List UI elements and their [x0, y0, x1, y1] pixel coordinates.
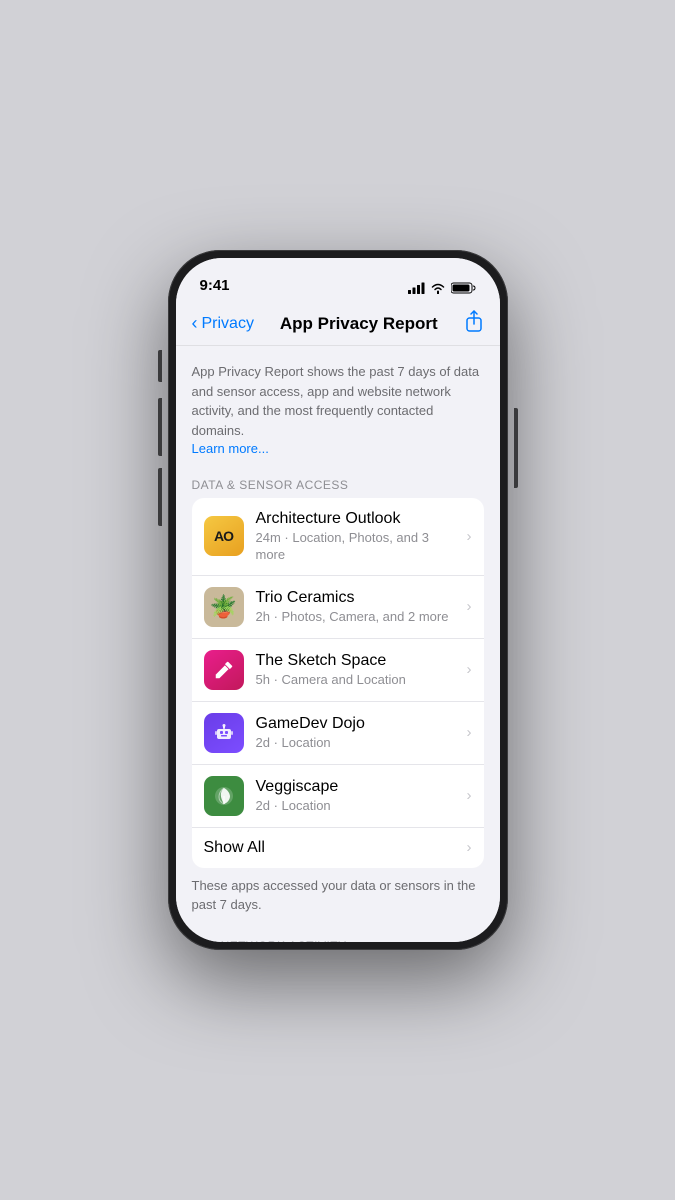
- main-content: App Privacy Report shows the past 7 days…: [176, 346, 500, 942]
- item-name: The Sketch Space: [256, 651, 455, 672]
- list-item[interactable]: The Sketch Space 5h · Camera and Locatio…: [192, 639, 484, 702]
- item-info: Veggiscape 2d · Location: [256, 777, 455, 815]
- item-name: Veggiscape: [256, 777, 455, 798]
- item-info: The Sketch Space 5h · Camera and Locatio…: [256, 651, 455, 689]
- item-detail: 2d · Location: [256, 735, 455, 752]
- item-name: GameDev Dojo: [256, 714, 455, 735]
- item-name: Architecture Outlook: [256, 509, 455, 530]
- chevron-icon: ›: [467, 598, 472, 615]
- item-detail: 2h · Photos, Camera, and 2 more: [256, 609, 455, 626]
- sketch-icon: [213, 659, 235, 681]
- nav-bar: ‹ Privacy App Privacy Report: [176, 302, 500, 346]
- list-item[interactable]: Veggiscape 2d · Location ›: [192, 765, 484, 828]
- data-sensor-header: DATA & SENSOR ACCESS: [176, 470, 500, 498]
- back-chevron-icon: ‹: [192, 313, 198, 334]
- signal-icon: [408, 282, 425, 294]
- wifi-icon: [430, 282, 446, 294]
- chevron-icon: ›: [467, 661, 472, 678]
- item-detail: 2d · Location: [256, 798, 455, 815]
- chevron-icon: ›: [467, 528, 472, 545]
- status-icons: [408, 282, 476, 294]
- list-item[interactable]: AO Architecture Outlook 24m · Location, …: [192, 498, 484, 576]
- item-info: Trio Ceramics 2h · Photos, Camera, and 2…: [256, 588, 455, 626]
- description-section: App Privacy Report shows the past 7 days…: [176, 346, 500, 470]
- app-icon-gamedev: [204, 713, 244, 753]
- app-icon-ao: AO: [204, 516, 244, 556]
- app-icon-text: AO: [214, 528, 233, 544]
- show-all-button[interactable]: Show All ›: [192, 828, 484, 868]
- phone-screen: 9:41: [176, 258, 500, 942]
- chevron-icon: ›: [467, 787, 472, 804]
- item-info: GameDev Dojo 2d · Location: [256, 714, 455, 752]
- app-icon-emoji: 🪴: [210, 594, 237, 620]
- app-icon-veggie: [204, 776, 244, 816]
- chevron-icon: ›: [467, 839, 472, 856]
- back-button[interactable]: ‹ Privacy: [192, 313, 254, 334]
- back-label[interactable]: Privacy: [202, 315, 254, 333]
- description-text: App Privacy Report shows the past 7 days…: [192, 364, 480, 438]
- learn-more-link[interactable]: Learn more...: [192, 441, 269, 456]
- page-title: App Privacy Report: [280, 314, 438, 334]
- share-icon: [464, 310, 484, 332]
- item-detail: 24m · Location, Photos, and 3 more: [256, 530, 455, 564]
- phone-frame: 9:41: [168, 250, 508, 950]
- app-icon-trio: 🪴: [204, 587, 244, 627]
- battery-icon: [451, 282, 476, 294]
- status-bar: 9:41: [176, 258, 500, 302]
- chevron-icon: ›: [467, 724, 472, 741]
- item-name: Trio Ceramics: [256, 588, 455, 609]
- show-all-label: Show All: [204, 839, 467, 857]
- leaf-icon: [212, 784, 236, 808]
- app-icon-sketch: [204, 650, 244, 690]
- network-activity-header: APP NETWORK ACTIVITY: [176, 931, 500, 942]
- data-sensor-list: AO Architecture Outlook 24m · Location, …: [192, 498, 484, 868]
- robot-icon: [212, 721, 236, 745]
- footer-note: These apps accessed your data or sensors…: [176, 868, 500, 931]
- item-info: Architecture Outlook 24m · Location, Pho…: [256, 509, 455, 564]
- share-button[interactable]: [464, 310, 484, 338]
- status-time: 9:41: [200, 277, 230, 294]
- list-item[interactable]: 🪴 Trio Ceramics 2h · Photos, Camera, and…: [192, 576, 484, 639]
- list-item[interactable]: GameDev Dojo 2d · Location ›: [192, 702, 484, 765]
- item-detail: 5h · Camera and Location: [256, 672, 455, 689]
